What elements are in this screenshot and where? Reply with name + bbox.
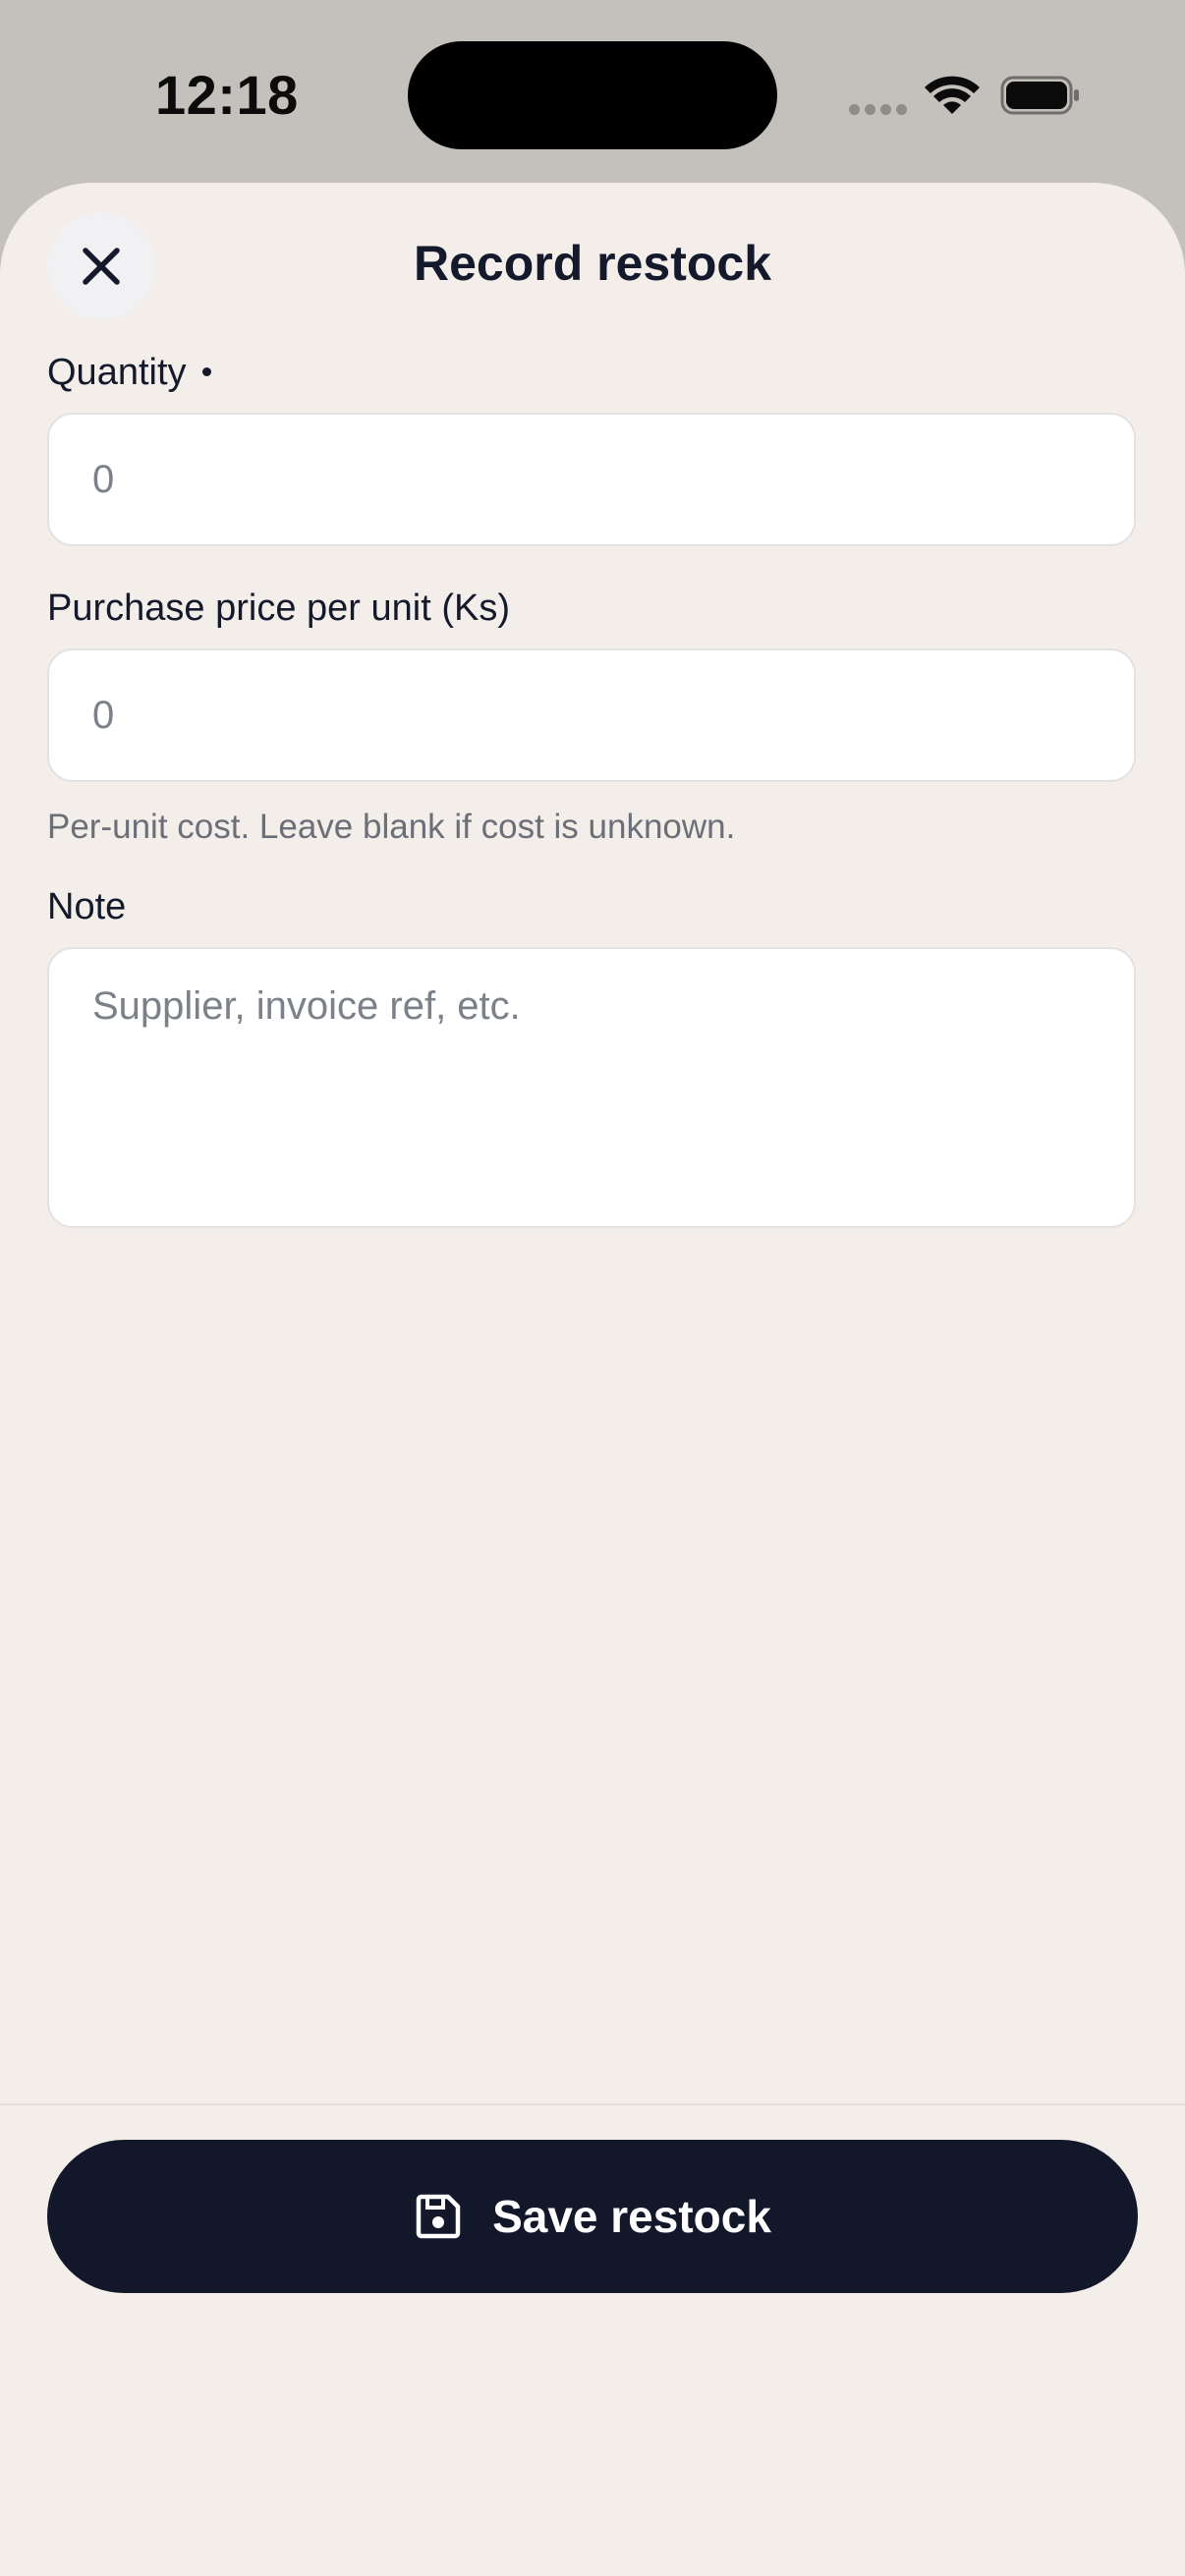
- save-icon: [416, 2194, 461, 2239]
- battery-icon: [1000, 76, 1079, 115]
- status-time: 12:18: [155, 64, 299, 126]
- screen: 12:18 Record restock Quantity 0 Purchase…: [0, 0, 1185, 2576]
- cellular-signal-icon: [849, 104, 908, 118]
- note-label: Note: [47, 886, 127, 927]
- save-restock-label: Save restock: [492, 2191, 771, 2242]
- quantity-label: Quantity: [47, 348, 211, 397]
- status-bar: 12:18: [0, 0, 1185, 187]
- sheet-title: Record restock: [413, 236, 772, 291]
- purchase-price-label: Purchase price per unit (Ks): [47, 588, 510, 629]
- footer-divider: [0, 2103, 1185, 2105]
- quantity-label-text: Quantity: [47, 352, 187, 393]
- quantity-input[interactable]: [47, 413, 1136, 546]
- purchase-price-helper: Per-unit cost. Leave blank if cost is un…: [47, 808, 736, 846]
- dynamic-island: [408, 41, 777, 149]
- required-indicator: [201, 367, 211, 377]
- wifi-icon: [925, 76, 980, 114]
- record-restock-sheet: Record restock Quantity Purchase price p…: [0, 183, 1185, 2576]
- note-input[interactable]: [47, 947, 1136, 1228]
- save-restock-button[interactable]: Save restock: [47, 2140, 1138, 2293]
- purchase-price-input[interactable]: [47, 648, 1136, 782]
